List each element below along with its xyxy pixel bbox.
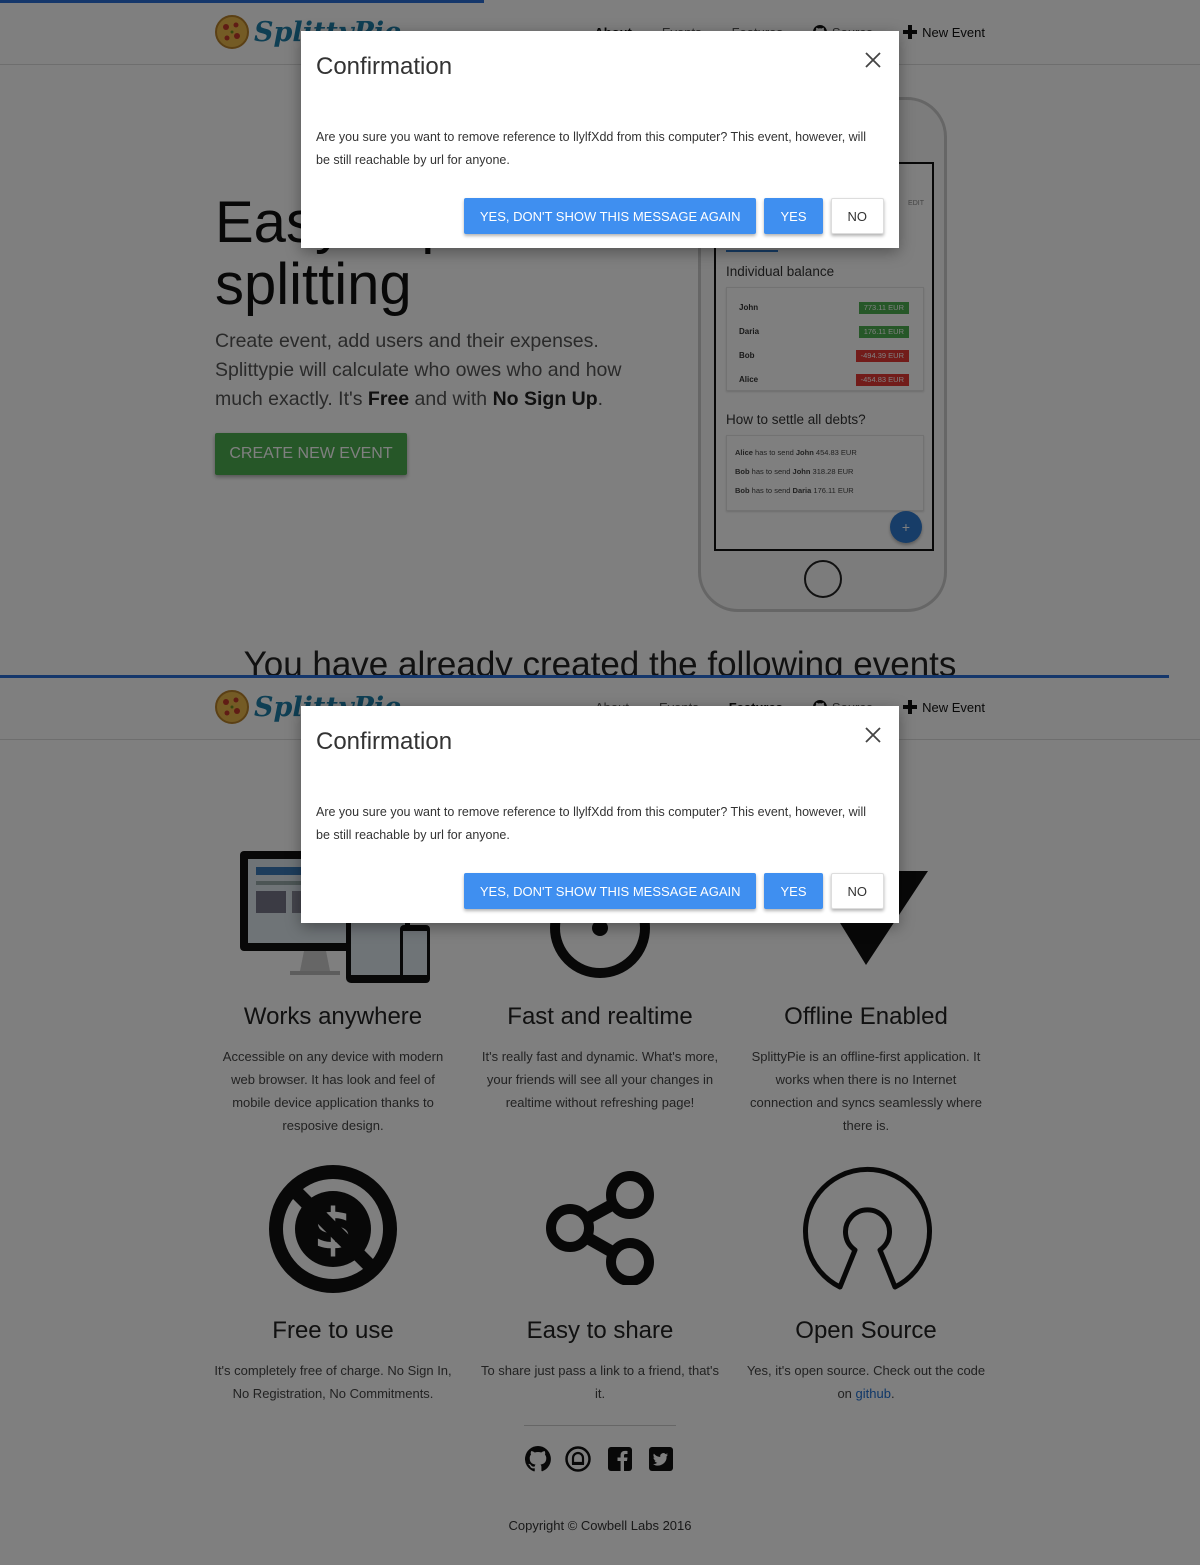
- screen-top: SplittyPie About Events Features Source …: [0, 0, 1200, 675]
- yes-dont-show-again-button[interactable]: YES, DON'T SHOW THIS MESSAGE AGAIN: [463, 873, 757, 909]
- modal-buttons: YES, DON'T SHOW THIS MESSAGE AGAIN YES N…: [463, 873, 884, 909]
- modal-buttons: YES, DON'T SHOW THIS MESSAGE AGAIN YES N…: [463, 198, 884, 234]
- modal-message: Are you sure you want to remove referenc…: [316, 130, 867, 167]
- confirmation-modal: Confirmation Are you sure you want to re…: [301, 31, 899, 248]
- no-button[interactable]: NO: [830, 873, 884, 909]
- yes-dont-show-again-button[interactable]: YES, DON'T SHOW THIS MESSAGE AGAIN: [463, 198, 757, 234]
- close-icon[interactable]: [861, 723, 885, 747]
- modal-title: Confirmation: [316, 53, 453, 80]
- yes-button[interactable]: YES: [764, 198, 823, 234]
- modal-message: Are you sure you want to remove referenc…: [316, 805, 867, 842]
- no-button[interactable]: NO: [830, 198, 884, 234]
- close-icon[interactable]: [861, 48, 885, 72]
- yes-button[interactable]: YES: [764, 873, 823, 909]
- screen-bottom: SplittyPie About Events Features Source …: [0, 675, 1200, 1565]
- confirmation-modal: Confirmation Are you sure you want to re…: [301, 706, 899, 923]
- modal-title: Confirmation: [316, 728, 453, 755]
